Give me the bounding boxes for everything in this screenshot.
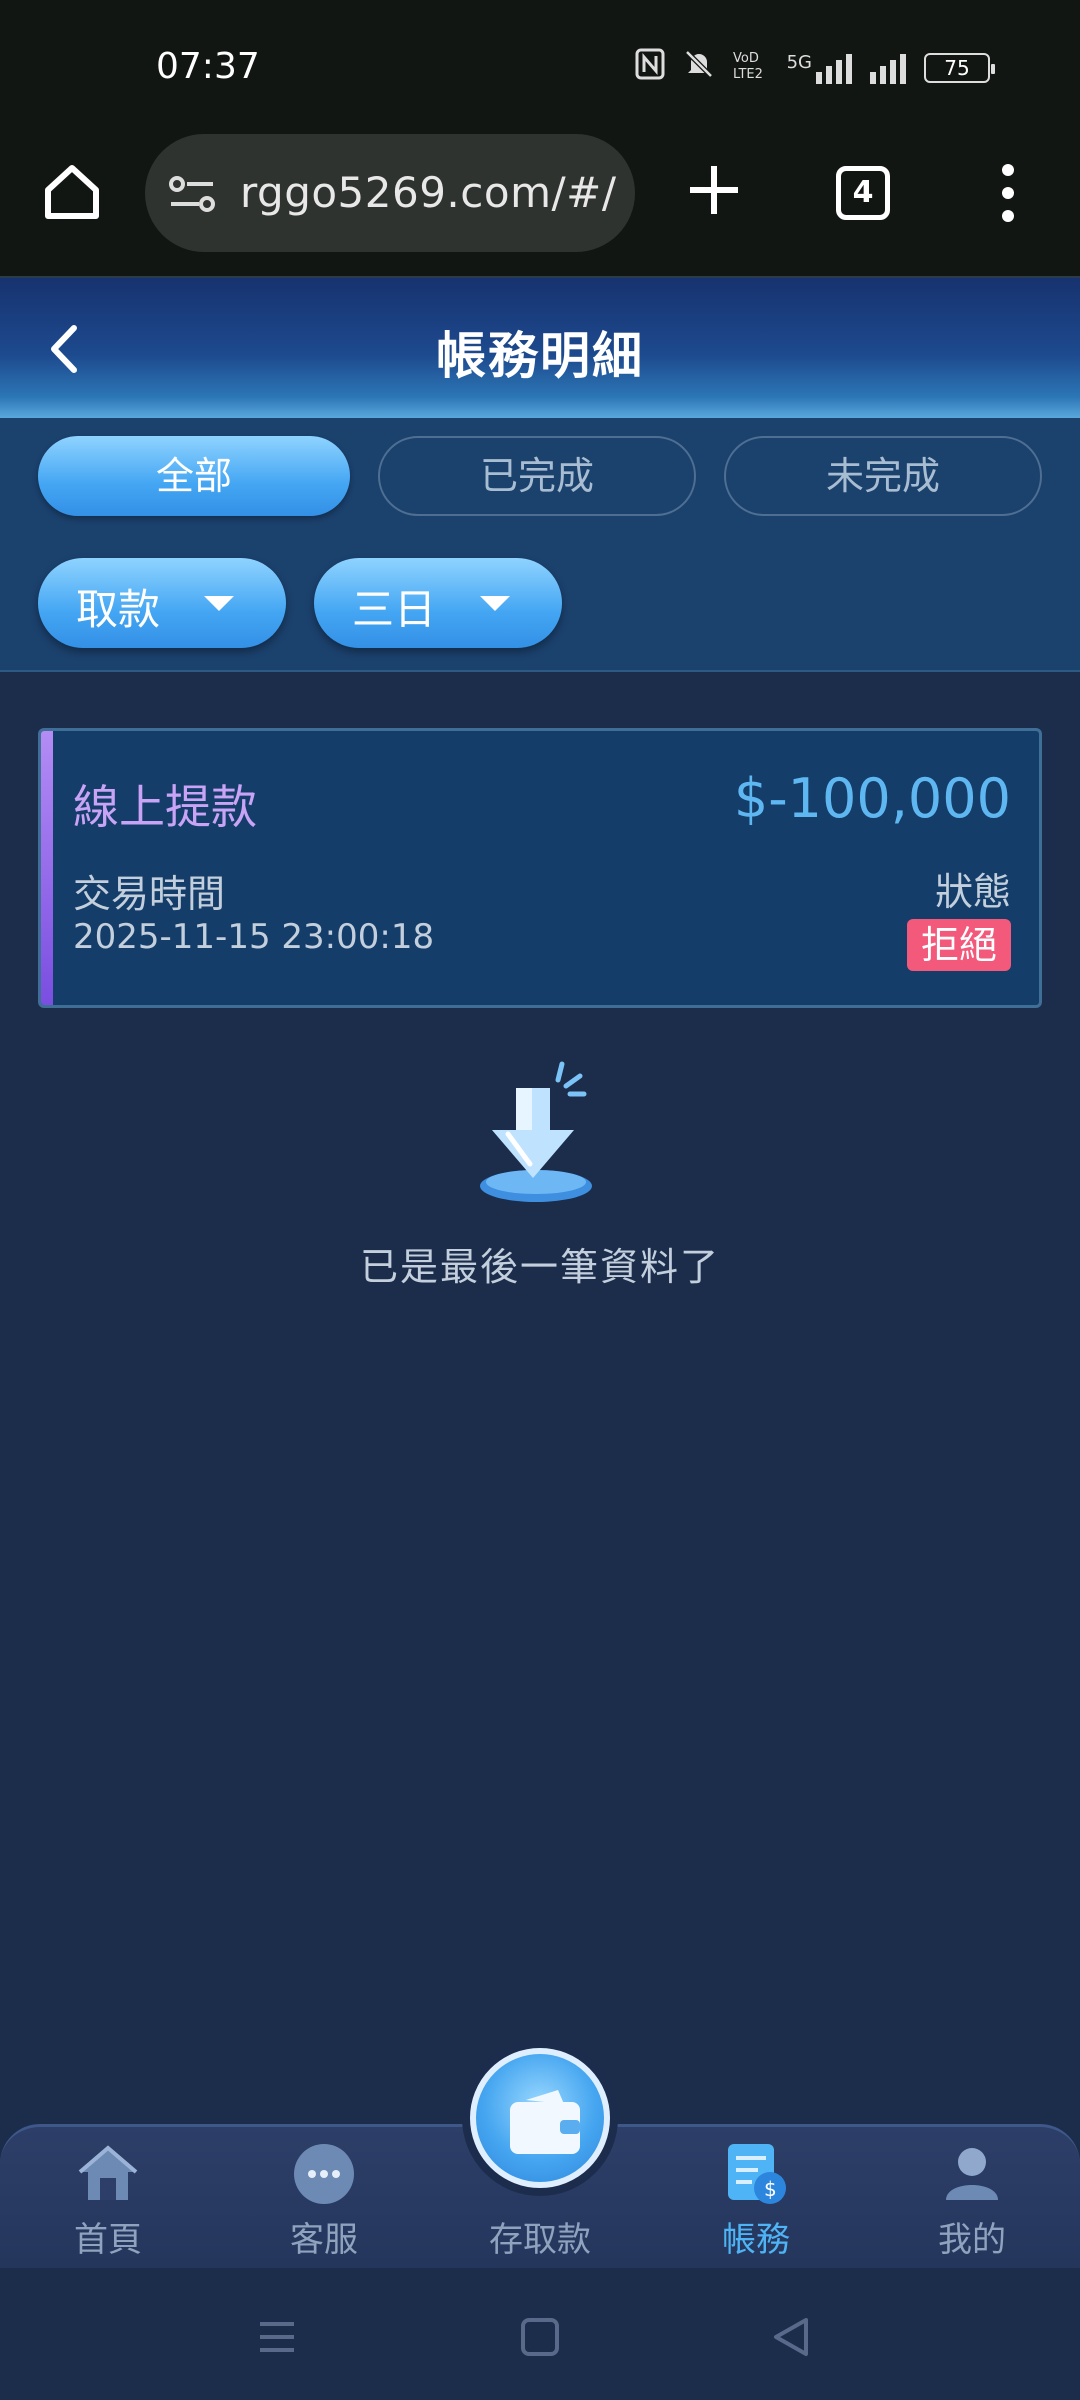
- bottom-navigation: 首頁 客服 存取款 $ 帳務 我的: [0, 2040, 1080, 2268]
- record-amount: $-100,000: [733, 767, 1011, 830]
- signal-icon: [870, 52, 906, 84]
- signal-5g-icon: 5G: [787, 52, 852, 84]
- nav-item-deposit[interactable]: 存取款: [460, 2132, 620, 2268]
- status-time: 07:37: [156, 46, 260, 87]
- record-accent-bar: [41, 731, 53, 1005]
- nav-item-home[interactable]: 首頁: [28, 2132, 188, 2268]
- nav-label-deposit: 存取款: [489, 2220, 591, 2260]
- back-button-icon[interactable]: [766, 2312, 816, 2362]
- system-navigation-bar: [0, 2268, 1080, 2400]
- nav-item-service[interactable]: 客服: [244, 2132, 404, 2268]
- home-icon[interactable]: [40, 160, 104, 224]
- date-range-dropdown[interactable]: 三日: [314, 558, 562, 648]
- filter-panel: 全部 已完成 未完成 取款 三日: [0, 418, 1080, 672]
- transaction-record[interactable]: 線上提款 $-100,000 交易時間 2025-11-15 23:00:18 …: [38, 728, 1042, 1008]
- svg-text:$: $: [764, 2177, 777, 2201]
- nav-label-mine: 我的: [938, 2220, 1006, 2260]
- tab-incomplete[interactable]: 未完成: [724, 436, 1042, 516]
- tab-completed[interactable]: 已完成: [378, 436, 696, 516]
- status-icons: VoD LTE2 5G 75: [635, 48, 995, 87]
- end-of-list-message: 已是最後一筆資料了: [359, 1245, 720, 1289]
- nav-label-service: 客服: [290, 2220, 358, 2260]
- svg-text:VoD: VoD: [733, 51, 759, 66]
- home-icon: [74, 2140, 142, 2208]
- status-bar: 07:37 VoD LTE2 5G 75: [0, 0, 1080, 130]
- recent-apps-icon[interactable]: [252, 2312, 302, 2362]
- address-bar[interactable]: rggo5269.com/#/: [145, 134, 635, 252]
- new-tab-icon[interactable]: [682, 158, 746, 222]
- nfc-icon: [635, 48, 665, 87]
- tab-all[interactable]: 全部: [38, 436, 350, 516]
- nav-label-home: 首頁: [74, 2220, 142, 2260]
- chevron-down-icon: [480, 596, 510, 611]
- status-badge: 拒絕: [906, 919, 1011, 971]
- volte-icon: VoD LTE2: [733, 48, 769, 87]
- page-header: 帳務明細: [0, 278, 1080, 418]
- chevron-down-icon: [204, 596, 234, 611]
- record-title: 線上提款: [73, 780, 257, 834]
- more-menu-icon[interactable]: [990, 160, 1026, 226]
- chat-icon: [290, 2140, 358, 2208]
- download-arrow-icon: [478, 1060, 602, 1212]
- record-time: 2025-11-15 23:00:18: [73, 917, 435, 957]
- type-dropdown[interactable]: 取款: [38, 558, 286, 648]
- nav-item-mine[interactable]: 我的: [892, 2132, 1052, 2268]
- site-settings-icon[interactable]: [169, 174, 217, 214]
- type-dropdown-label: 取款: [76, 585, 161, 634]
- record-time-label: 交易時間: [73, 872, 226, 916]
- date-range-dropdown-label: 三日: [352, 585, 437, 634]
- svg-text:LTE2: LTE2: [733, 67, 763, 80]
- tab-switcher-button[interactable]: 4: [836, 166, 890, 220]
- nav-label-account: 帳務: [722, 2220, 790, 2260]
- nav-item-account[interactable]: $ 帳務: [676, 2132, 836, 2268]
- browser-toolbar: rggo5269.com/#/ 4: [0, 130, 1080, 278]
- url-text[interactable]: rggo5269.com/#/: [240, 168, 616, 217]
- page-title: 帳務明細: [436, 327, 644, 385]
- battery-icon: 75: [924, 52, 995, 83]
- mute-icon: [683, 48, 715, 87]
- bill-icon: $: [722, 2140, 790, 2208]
- home-button-icon[interactable]: [515, 2312, 565, 2362]
- record-status-label: 狀態: [934, 870, 1011, 914]
- user-icon: [938, 2140, 1006, 2208]
